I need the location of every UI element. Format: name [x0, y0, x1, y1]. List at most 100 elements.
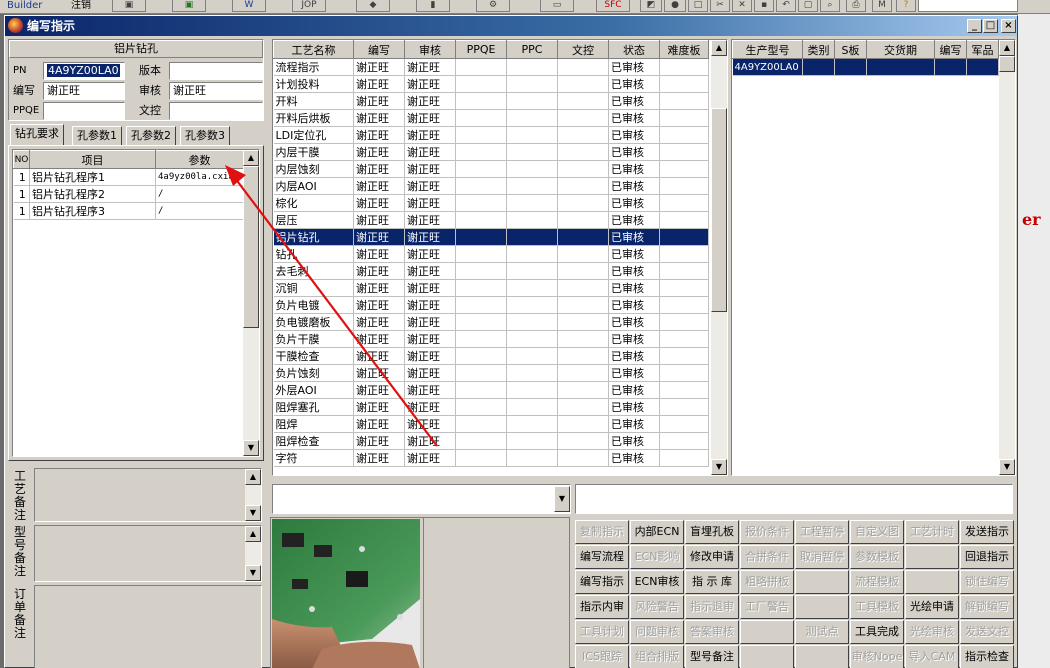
table-cell[interactable]	[659, 109, 709, 127]
table-cell[interactable]: /	[155, 202, 244, 220]
process-col-header[interactable]: 审核	[404, 40, 456, 59]
table-cell[interactable]: 已审核	[608, 381, 660, 399]
toolbar-jop[interactable]: JOP	[292, 0, 326, 12]
model-notes-field[interactable]: ▲ ▼	[34, 525, 262, 582]
table-cell[interactable]	[506, 330, 558, 348]
function-button[interactable]: 指示退审	[685, 595, 739, 619]
table-cell[interactable]	[506, 228, 558, 246]
toolbar-icon-5[interactable]: ▮	[416, 0, 450, 12]
toolbar-icon-8[interactable]: ◩	[640, 0, 662, 12]
tab-hole-param-2[interactable]: 孔参数2	[126, 126, 176, 145]
function-button[interactable]: 发送指示	[960, 520, 1014, 544]
table-row[interactable]: 1 铝片钻孔程序1 4a9yz00la.cxia	[13, 168, 244, 186]
scroll-up-icon[interactable]: ▲	[711, 40, 727, 56]
table-cell[interactable]	[506, 211, 558, 229]
version-field[interactable]	[169, 62, 263, 80]
table-cell[interactable]	[455, 143, 507, 161]
table-cell[interactable]: 谢正旺	[404, 262, 456, 280]
table-cell[interactable]	[506, 262, 558, 280]
table-cell[interactable]: 谢正旺	[353, 415, 405, 433]
toolbar-icon-2[interactable]: ▣	[172, 0, 206, 12]
minimize-button[interactable]: _	[967, 19, 982, 33]
table-cell[interactable]	[506, 75, 558, 93]
table-cell[interactable]: 谢正旺	[353, 432, 405, 450]
table-cell[interactable]: 已审核	[608, 330, 660, 348]
table-cell[interactable]	[934, 58, 967, 76]
toolbar-help-icon[interactable]: ?	[896, 0, 916, 12]
table-cell[interactable]	[659, 126, 709, 144]
table-cell[interactable]: 谢正旺	[353, 211, 405, 229]
table-cell[interactable]: 已审核	[608, 432, 660, 450]
table-cell[interactable]: 负片电镀	[273, 296, 354, 314]
process-col-header[interactable]: 状态	[608, 40, 660, 59]
table-cell[interactable]: 内层AOI	[273, 177, 354, 195]
table-cell[interactable]	[506, 58, 558, 76]
table-cell[interactable]	[659, 398, 709, 416]
table-cell[interactable]: 已审核	[608, 228, 660, 246]
process-row[interactable]: 内层蚀刻 谢正旺 谢正旺 已审核	[273, 160, 709, 178]
scroll-up-icon[interactable]: ▲	[245, 526, 261, 542]
table-cell[interactable]: 开料	[273, 92, 354, 110]
function-button[interactable]	[740, 620, 794, 644]
table-cell[interactable]	[455, 279, 507, 297]
toolbar-cut-icon[interactable]: ✂	[710, 0, 730, 12]
table-row[interactable]: 1 铝片钻孔程序3/	[13, 202, 244, 220]
table-cell[interactable]: 谢正旺	[353, 245, 405, 263]
table-cell[interactable]: 谢正旺	[353, 160, 405, 178]
table-cell[interactable]: 已审核	[608, 262, 660, 280]
function-button[interactable]: 报价条件	[740, 520, 794, 544]
toolbar-icon-3[interactable]: W	[232, 0, 266, 12]
table-cell[interactable]	[455, 330, 507, 348]
table-cell[interactable]	[557, 432, 609, 450]
table-cell[interactable]: 谢正旺	[404, 398, 456, 416]
function-button[interactable]	[905, 545, 959, 569]
function-button[interactable]: 指 示 库	[685, 570, 739, 594]
function-button[interactable]: 参数模板	[850, 545, 904, 569]
table-cell[interactable]: 谢正旺	[404, 194, 456, 212]
table-cell[interactable]	[557, 109, 609, 127]
table-cell[interactable]: 谢正旺	[404, 432, 456, 450]
table-cell[interactable]: 谢正旺	[353, 109, 405, 127]
col-no[interactable]: NO	[13, 150, 30, 169]
function-button[interactable]: 修改申请	[685, 545, 739, 569]
table-cell[interactable]	[557, 92, 609, 110]
product-grid-scrollbar[interactable]: ▲ ▼	[999, 40, 1015, 475]
table-cell[interactable]: 谢正旺	[404, 177, 456, 195]
function-button[interactable]: 取消暂停	[795, 545, 849, 569]
table-cell[interactable]: 谢正旺	[404, 228, 456, 246]
table-cell[interactable]	[557, 330, 609, 348]
table-cell[interactable]	[557, 126, 609, 144]
table-cell[interactable]: 谢正旺	[404, 330, 456, 348]
table-cell[interactable]	[455, 449, 507, 467]
table-cell[interactable]	[557, 347, 609, 365]
table-cell[interactable]: 已审核	[608, 296, 660, 314]
table-cell[interactable]: 谢正旺	[404, 296, 456, 314]
table-cell[interactable]: 谢正旺	[353, 92, 405, 110]
function-button[interactable]: 发送文控	[960, 620, 1014, 644]
table-cell[interactable]: 已审核	[608, 313, 660, 331]
table-cell[interactable]	[455, 109, 507, 127]
table-cell[interactable]	[557, 143, 609, 161]
table-cell[interactable]: 棕化	[273, 194, 354, 212]
toolbar-icon-6[interactable]: ⚙	[476, 0, 510, 12]
table-cell[interactable]: 1	[13, 185, 30, 203]
table-cell[interactable]	[506, 398, 558, 416]
table-cell[interactable]: 谢正旺	[353, 398, 405, 416]
table-cell[interactable]	[506, 381, 558, 399]
table-cell[interactable]: 谢正旺	[404, 364, 456, 382]
scroll-thumb[interactable]	[243, 166, 259, 328]
table-cell[interactable]: 谢正旺	[353, 279, 405, 297]
reviewer-field[interactable]: 谢正旺	[169, 82, 263, 100]
table-cell[interactable]: 谢正旺	[404, 92, 456, 110]
process-grid[interactable]: 工艺名称 编写 审核 PPQE PPC 文控 状态 难度板 流程指示 谢正旺 谢正旺 已审核 计划投料…	[272, 39, 728, 476]
tab-hole-param-3[interactable]: 孔参数3	[180, 126, 230, 145]
table-cell[interactable]: 谢正旺	[404, 143, 456, 161]
function-button[interactable]: 问题审核	[630, 620, 684, 644]
table-cell[interactable]: 已审核	[608, 75, 660, 93]
maximize-button[interactable]: □	[983, 19, 998, 33]
table-cell[interactable]	[506, 415, 558, 433]
table-cell[interactable]: 已审核	[608, 194, 660, 212]
table-cell[interactable]: 阻焊检查	[273, 432, 354, 450]
function-button[interactable]	[740, 645, 794, 668]
table-cell[interactable]: 已审核	[608, 245, 660, 263]
